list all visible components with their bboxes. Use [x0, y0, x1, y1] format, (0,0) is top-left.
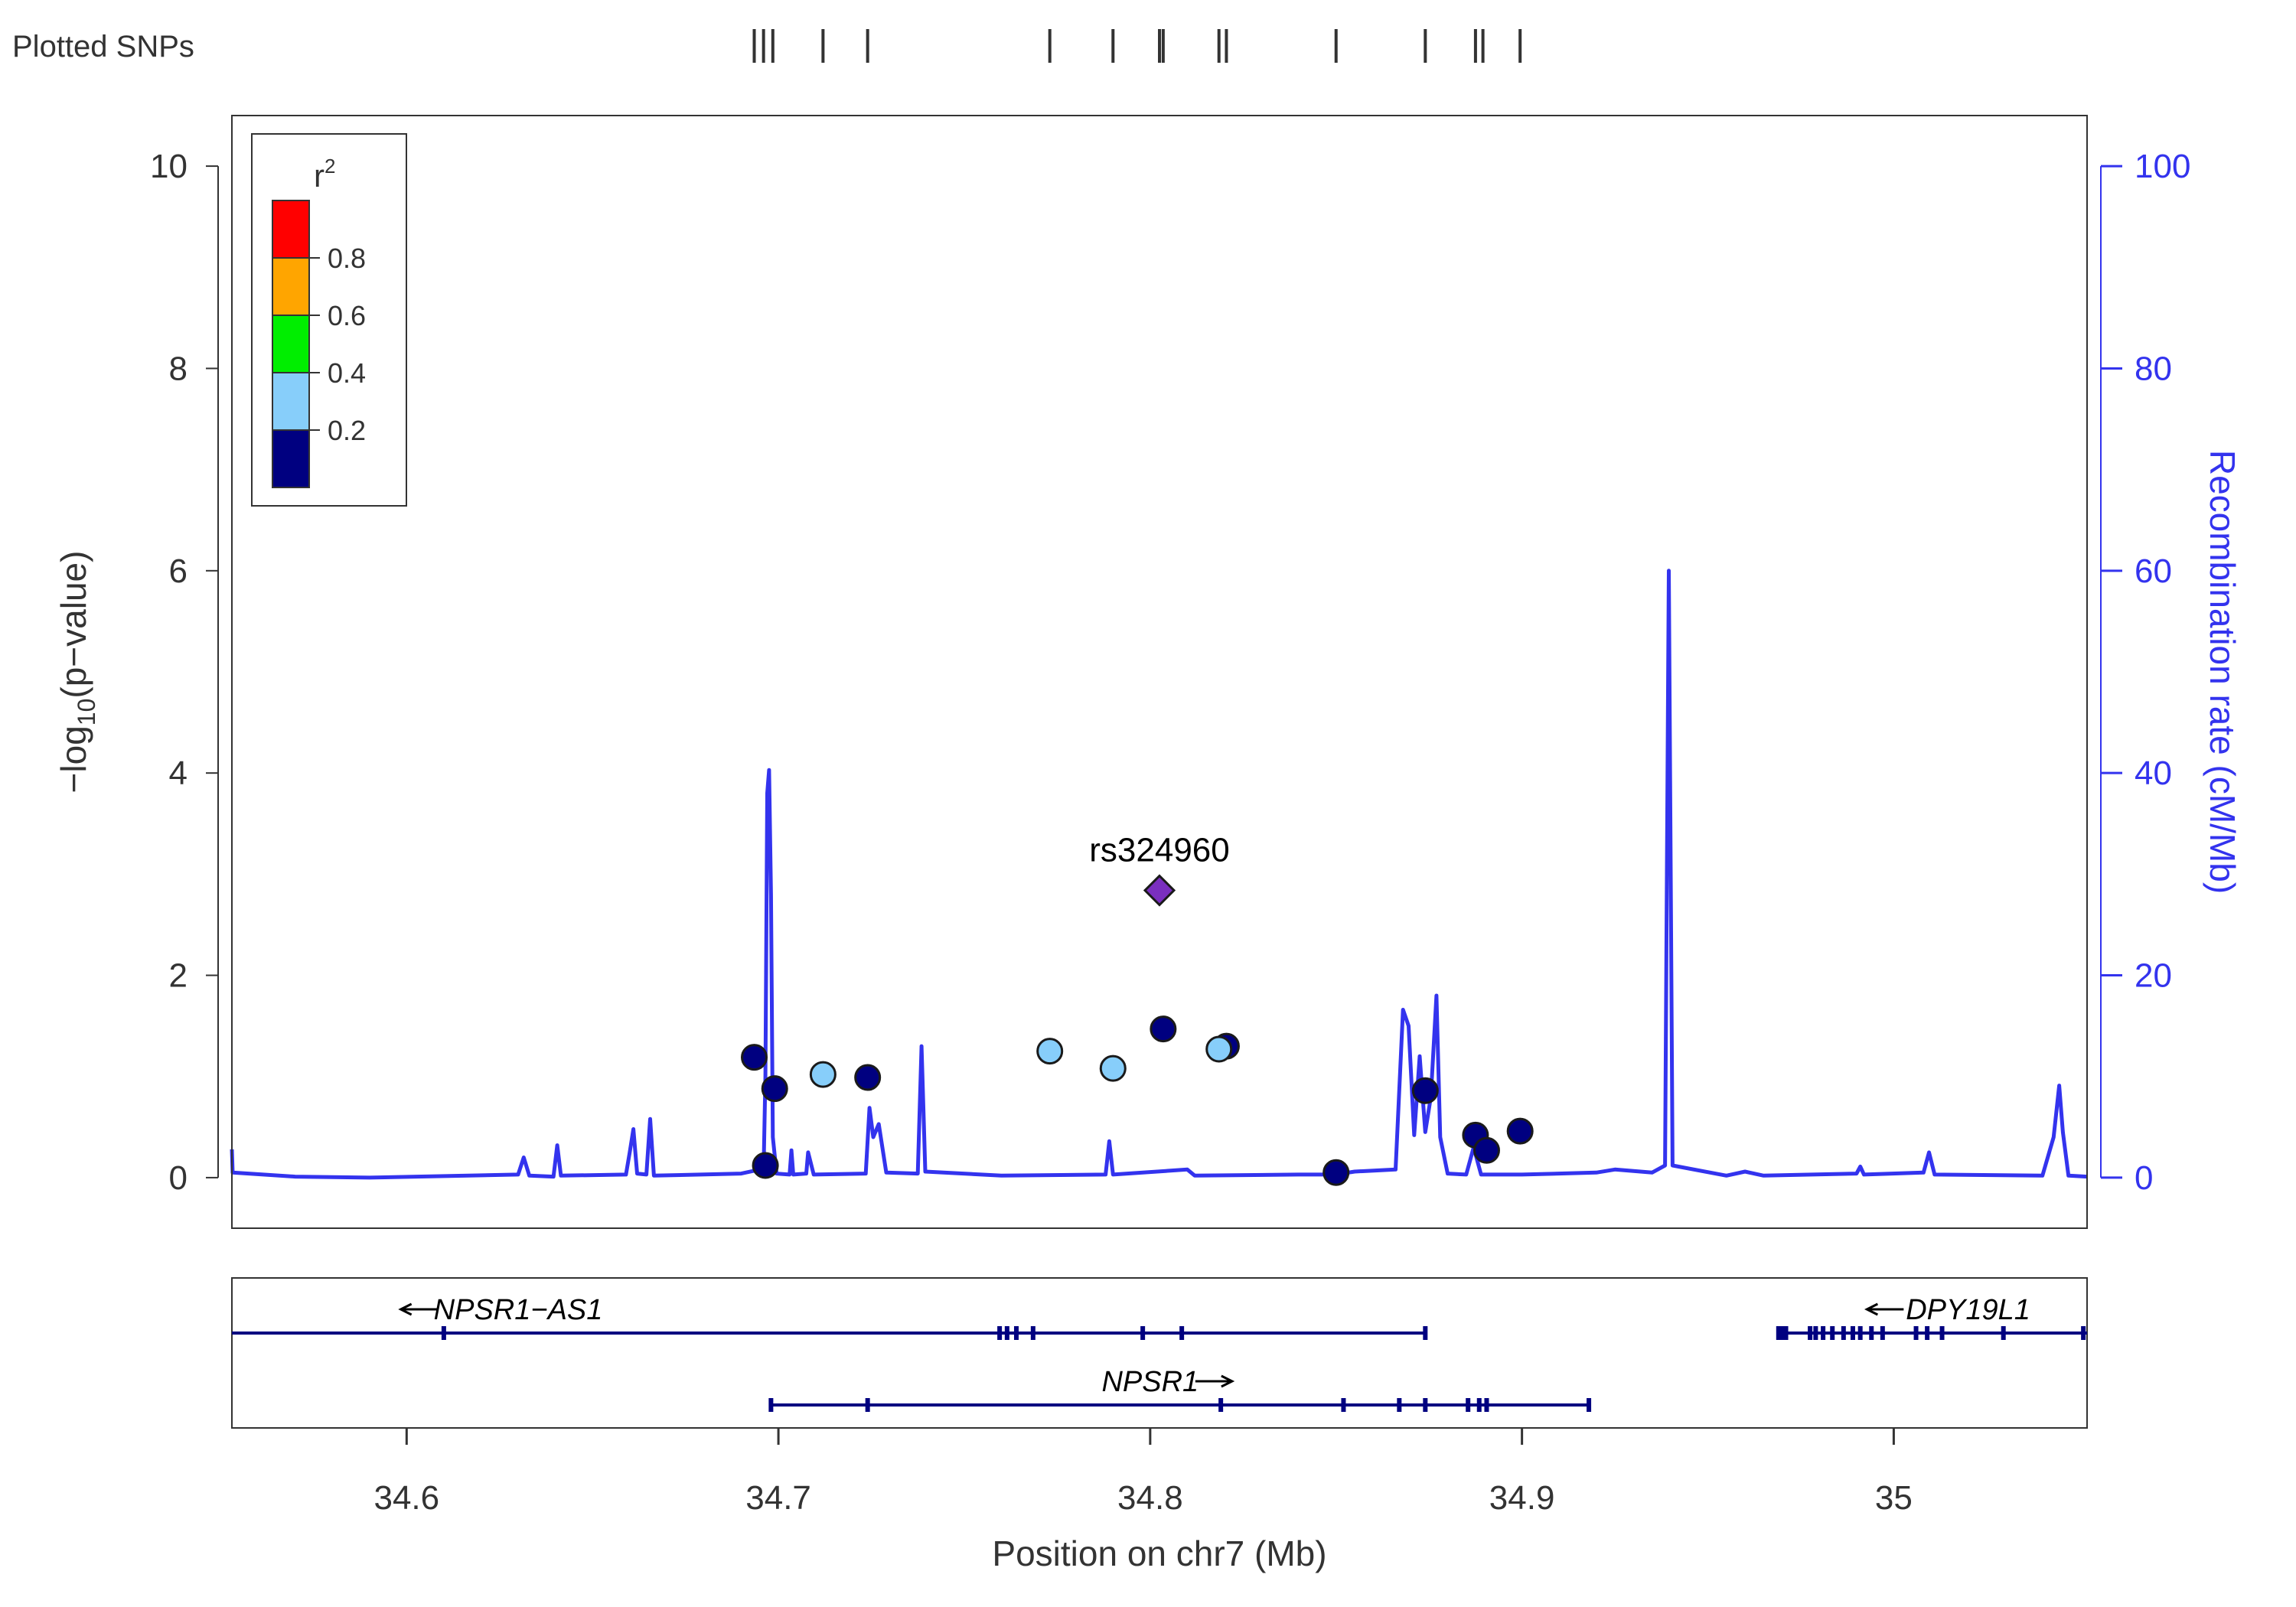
gene-exon	[865, 1398, 870, 1412]
gene-exon	[1841, 1326, 1846, 1340]
gene-exon	[1423, 1398, 1428, 1412]
snp-point	[1205, 1035, 1233, 1063]
y-tick-right-label: 60	[2135, 553, 2172, 590]
main-plot-frame	[231, 115, 2088, 1229]
legend-box	[272, 257, 310, 316]
gene-exon	[1913, 1326, 1919, 1340]
gene-track: NPSR1−AS1 DPY19L1 NPSR1	[232, 1294, 2087, 1412]
r2-legend: r2 0.80.60.40.2	[251, 133, 407, 507]
y-tick-left-label: 4	[169, 755, 188, 792]
gene-exon	[1830, 1326, 1835, 1340]
snp-point	[752, 1152, 779, 1179]
legend-box	[272, 429, 310, 488]
y-axis-right-title: Recombination rate (cM/Mb)	[2203, 450, 2242, 894]
gene-exon	[1341, 1398, 1346, 1412]
x-tick-label: 35	[1875, 1479, 1913, 1517]
gene-exon	[1179, 1326, 1185, 1340]
lead-snp-label: rs324960	[1089, 832, 1229, 869]
legend-tick-label: 0.6	[328, 300, 366, 331]
legend-box	[272, 372, 310, 431]
gene-exon	[1466, 1398, 1471, 1412]
gene-label: DPY19L1	[1906, 1294, 2030, 1326]
gene-exon	[1808, 1326, 1813, 1340]
snp-point	[761, 1075, 788, 1103]
gene-exon	[441, 1326, 446, 1340]
gene-exon	[1821, 1326, 1826, 1340]
x-tick-label: 34.9	[1489, 1479, 1555, 1517]
gene-exon	[1869, 1326, 1874, 1340]
y-tick-left-label: 8	[169, 350, 188, 387]
x-tick-label: 34.7	[745, 1479, 811, 1517]
y-tick-right-label: 100	[2135, 148, 2190, 185]
snp-point	[1036, 1038, 1064, 1065]
gene-exon	[2001, 1326, 2006, 1340]
gene-exon	[1783, 1326, 1789, 1340]
legend-box	[272, 200, 310, 259]
gene-exon	[1880, 1326, 1885, 1340]
gene-exon	[768, 1398, 774, 1412]
gene-label: NPSR1−AS1	[434, 1294, 603, 1326]
gene-exon	[1484, 1398, 1489, 1412]
legend-tick-label: 0.4	[328, 357, 366, 389]
y-axis-left-title: −log10(p−value)	[54, 551, 100, 794]
recombination-rate-series	[230, 569, 2088, 1180]
y-tick-right-label: 0	[2135, 1159, 2153, 1197]
y-axis-left: 0 2 4 6 8 10	[150, 148, 219, 1197]
gene-exon	[1925, 1326, 1930, 1340]
snp-rug	[752, 29, 1522, 63]
snp-point	[1411, 1077, 1439, 1104]
x-axis: 34.6 34.7 34.8 34.9 35	[373, 1427, 1913, 1517]
y-tick-right-label: 40	[2135, 755, 2172, 792]
gene-exon	[1423, 1326, 1428, 1340]
y-tick-right-label: 20	[2135, 957, 2172, 995]
gene-exon	[1850, 1326, 1855, 1340]
y-tick-left-label: 6	[169, 553, 188, 590]
plotted-snps-label: Plotted SNPs	[12, 30, 194, 64]
y-tick-left-label: 0	[169, 1159, 188, 1197]
snp-point	[1322, 1159, 1350, 1186]
gene-exon	[1587, 1398, 1592, 1412]
legend-tick-label: 0.8	[328, 243, 366, 274]
legend-box	[272, 315, 310, 373]
gene-label: NPSR1	[1101, 1366, 1199, 1398]
snp-point	[1150, 1015, 1177, 1043]
y-axis-right: 0 20 40 60 80 100	[2100, 148, 2190, 1197]
y-tick-left-label: 10	[150, 148, 188, 185]
snp-point	[741, 1044, 768, 1071]
snp-point	[1099, 1054, 1127, 1082]
gene-exon	[1813, 1326, 1818, 1340]
gene-exon	[1218, 1398, 1224, 1412]
gene-exon	[1030, 1326, 1035, 1340]
y-tick-right-label: 80	[2135, 350, 2172, 387]
x-tick-label: 34.8	[1117, 1479, 1183, 1517]
legend-tick-label: 0.2	[328, 415, 366, 446]
gene-exon	[1476, 1398, 1482, 1412]
gene-exon	[1397, 1398, 1402, 1412]
gene-exon	[1939, 1326, 1945, 1340]
gene-exon	[1004, 1326, 1009, 1340]
lead-snp-marker	[1143, 874, 1176, 907]
regional-association-plot: Plotted SNPs rs324960 0 2 4 6 8 10 −log10(p−v…	[12, 29, 2242, 1573]
gene-exon	[1140, 1326, 1146, 1340]
snp-point	[809, 1061, 837, 1088]
x-axis-title: Position on chr7 (Mb)	[992, 1534, 1326, 1573]
x-tick-label: 34.6	[373, 1479, 439, 1517]
gene-exon	[2081, 1326, 2086, 1340]
y-tick-left-label: 2	[169, 957, 188, 995]
gene-exon	[997, 1326, 1003, 1340]
recombination-line	[230, 569, 2088, 1180]
gene-exon	[1013, 1326, 1019, 1340]
snp-point	[1506, 1117, 1534, 1145]
snp-point	[854, 1064, 882, 1091]
lead-snp: rs324960	[1089, 832, 1230, 907]
gene-exon	[1857, 1326, 1863, 1340]
snp-point	[1473, 1136, 1500, 1164]
